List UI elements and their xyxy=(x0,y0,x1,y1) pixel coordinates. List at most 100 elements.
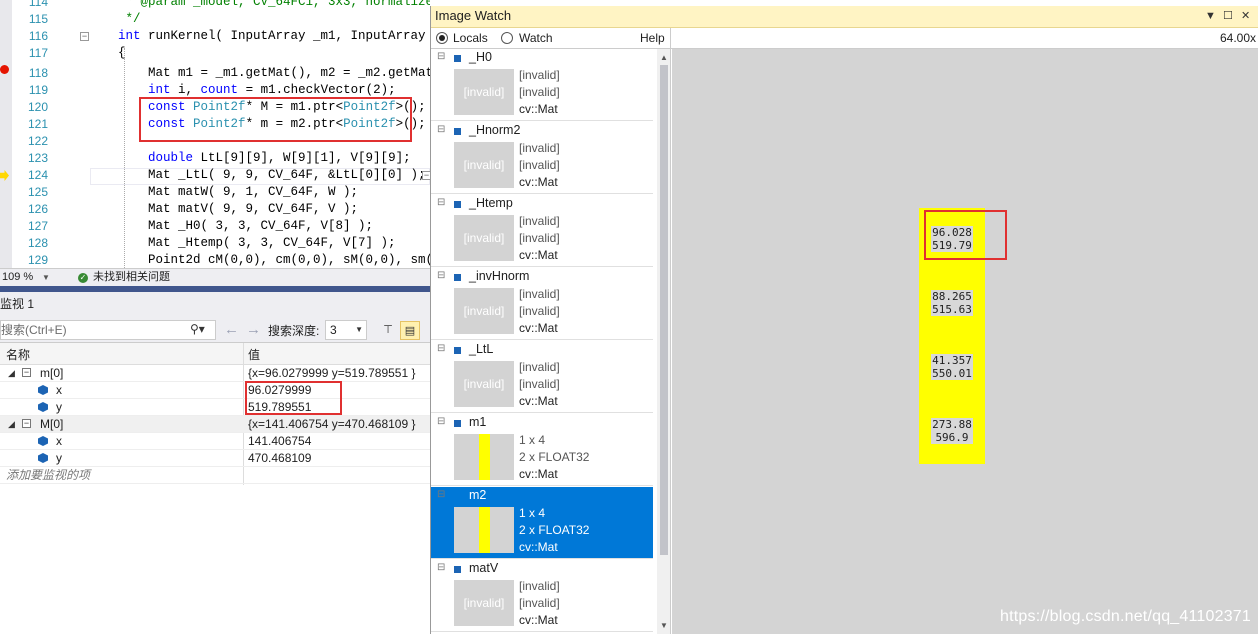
code-line[interactable]: 129 Point2d cM(0,0), cm(0,0), sM(0,0), s… xyxy=(0,252,430,268)
image-thumbnail[interactable]: [invalid] xyxy=(454,361,514,407)
code-line[interactable]: 127 Mat _H0( 3, 3, CV_64F, V[8] ); xyxy=(0,218,430,235)
scroll-up-icon[interactable]: ▲ xyxy=(660,53,668,62)
table-row[interactable]: y 470.468109 xyxy=(0,450,430,467)
scrollbar-thumb[interactable] xyxy=(660,65,668,555)
table-row[interactable]: ◢ − M[0] {x=141.406754 y=470.468109 } xyxy=(0,416,430,433)
code-token: double xyxy=(148,151,194,165)
line-number: 125 xyxy=(27,185,48,199)
collapse-icon[interactable]: ⊟ xyxy=(437,417,446,427)
image-name: _invHnorm xyxy=(469,269,530,283)
fold-collapse-icon[interactable]: − xyxy=(422,171,430,180)
image-thumbnail[interactable] xyxy=(454,434,514,480)
collapse-icon[interactable]: ⊟ xyxy=(437,563,446,573)
code-line[interactable]: 126 Mat matV( 9, 9, CV_64F, V ); xyxy=(0,201,430,218)
close-icon[interactable]: ✕ xyxy=(1241,6,1250,26)
image-thumbnail[interactable]: [invalid] xyxy=(454,215,514,261)
image-name: _Htemp xyxy=(469,196,513,210)
expand-triangle-icon[interactable]: ◢ xyxy=(8,416,15,432)
tab-watch[interactable]: Watch xyxy=(519,28,553,48)
image-info-line: [invalid] xyxy=(519,158,560,172)
watch-search-input[interactable]: 搜索(Ctrl+E) xyxy=(0,320,216,340)
pixel-value-x: 273.88 xyxy=(931,418,973,431)
breakpoint-icon[interactable] xyxy=(0,65,9,74)
table-row[interactable]: x 96.0279999 xyxy=(0,382,430,399)
code-line[interactable]: 123 double LtL[9][9], W[9][1], V[9][9]; xyxy=(0,150,430,167)
collapse-icon[interactable]: ⊟ xyxy=(437,271,446,281)
struct-icon: − xyxy=(22,418,31,428)
chevron-down-icon[interactable]: ▼ xyxy=(42,269,50,286)
code-line[interactable]: 125 Mat matW( 9, 1, CV_64F, W ); xyxy=(0,184,430,201)
image-list-item[interactable]: ⊟ m1 1 x 42 x FLOAT32 cv::Mat xyxy=(431,414,653,486)
table-row[interactable]: x 141.406754 xyxy=(0,433,430,450)
code-line[interactable]: 118 Mat m1 = _m1.getMat(), m2 = _m2.getM… xyxy=(0,65,430,82)
code-line[interactable]: 117 { xyxy=(0,45,430,62)
pixel-cell[interactable]: 41.357 550.01 xyxy=(919,336,985,400)
image-thumbnail[interactable]: [invalid] xyxy=(454,288,514,334)
image-list-item[interactable]: ⊟ m2 1 x 42 x FLOAT32 cv::Mat xyxy=(431,487,653,559)
image-watch-tabs: Locals Watch Help xyxy=(431,28,671,49)
image-list-scrollbar[interactable]: ▲ ▼ xyxy=(657,49,671,634)
collapse-icon[interactable]: ⊟ xyxy=(437,490,446,500)
code-line[interactable]: 115 */ xyxy=(0,11,430,28)
pixel-cell[interactable]: 88.265 515.63 xyxy=(919,272,985,336)
image-list-item[interactable]: ⊟ _LtL [invalid] [invalid] [invalid] cv::Mat xyxy=(431,341,653,413)
dropdown-icon[interactable]: ▼ xyxy=(1205,6,1216,26)
variable-square-icon xyxy=(454,274,461,281)
column-header-value[interactable]: 值 xyxy=(248,346,260,363)
thumbnail-label: [invalid] xyxy=(463,231,505,245)
image-thumbnail[interactable]: [invalid] xyxy=(454,580,514,626)
code-text: double LtL[9][9], W[9][1], V[9][9]; xyxy=(118,150,411,167)
pixel-value-y: 550.01 xyxy=(931,367,973,380)
image-list-item[interactable]: ⊟ _Htemp[invalid] [invalid] [invalid] cv::Ma… xyxy=(431,195,653,267)
radio-watch[interactable] xyxy=(501,32,513,44)
hex-display-icon[interactable]: ▤ xyxy=(400,321,420,340)
image-info: [invalid] [invalid] cv::Mat xyxy=(519,213,560,264)
code-line[interactable]: 116 int runKernel( InputArray _m1, InputA… xyxy=(0,28,430,45)
watch-name: M[0] xyxy=(40,417,64,431)
pixel-value-x: 88.265 xyxy=(931,290,973,303)
table-row[interactable]: ◢ − m[0] {x=96.0279999 y=519.789551 } xyxy=(0,365,430,382)
code-line[interactable]: 124 Mat _LtL( 9, 9, CV_64F, &LtL[0][0] )… xyxy=(0,167,430,184)
line-number: 119 xyxy=(28,83,48,97)
image-info-line: cv::Mat xyxy=(519,102,558,116)
code-editor[interactable]: 114 * @param _model, CV_64FC1, 3x3, norm… xyxy=(0,0,430,268)
search-depth-select[interactable]: 3 ▼ xyxy=(325,320,367,340)
image-thumbnail[interactable]: [invalid] xyxy=(454,142,514,188)
arrow-left-icon[interactable]: ← xyxy=(224,321,239,339)
add-watch-row[interactable]: 添加要监视的项 xyxy=(0,467,430,484)
column-header-name[interactable]: 名称 xyxy=(6,346,30,363)
maximize-icon[interactable]: ☐ xyxy=(1223,6,1233,26)
help-link[interactable]: Help xyxy=(640,28,665,48)
collapse-icon[interactable]: ⊟ xyxy=(437,125,446,135)
image-list-item[interactable]: ⊟ _invHnorm [invalid] [invalid] [invalid] cv:… xyxy=(431,268,653,340)
code-line[interactable]: 128 Mat _Htemp( 3, 3, CV_64F, V[7] ); xyxy=(0,235,430,252)
image-list-item[interactable]: ⊟ _H0 [invalid] [invalid] [invalid] cv::Mat xyxy=(431,49,653,121)
image-info-line: cv::Mat xyxy=(519,175,558,189)
image-info-line: [invalid] xyxy=(519,85,560,99)
code-token: runKernel( InputArray _m1, InputArray _m xyxy=(140,29,430,43)
image-list-item[interactable]: ⊟ matV [invalid] [invalid] [invalid] cv::Mat xyxy=(431,560,653,632)
collapse-icon[interactable]: ⊟ xyxy=(437,198,446,208)
issues-status[interactable]: 未找到相关问题 xyxy=(93,269,170,286)
image-thumbnail[interactable]: [invalid] xyxy=(454,69,514,115)
code-token: Mat _H0( 3, 3, CV_64F, V[8] ); xyxy=(118,219,374,233)
image-name: _H0 xyxy=(469,50,492,64)
image-name: m1 xyxy=(469,415,487,429)
tab-locals[interactable]: Locals xyxy=(453,28,488,48)
collapse-icon[interactable]: ⊟ xyxy=(437,344,446,354)
filter-icon[interactable]: ⊤ xyxy=(378,321,398,340)
expand-triangle-icon[interactable]: ◢ xyxy=(8,365,15,381)
arrow-right-icon[interactable]: → xyxy=(246,321,261,339)
scroll-down-icon[interactable]: ▼ xyxy=(660,621,668,630)
image-list-item[interactable]: ⊟ _Hnorm2 [invalid] [invalid] [invalid] cv::M… xyxy=(431,122,653,194)
table-row[interactable]: y 519.789551 xyxy=(0,399,430,416)
pixel-cell[interactable]: 273.88 596.9 xyxy=(919,400,985,464)
code-line[interactable]: 114 * @param _model, CV_64FC1, 3x3, norm… xyxy=(0,0,430,11)
watch-grid: 名称 值 ◢ − m[0] {x=96.0279999 y=519.789551 } x… xyxy=(0,343,430,634)
fold-collapse-icon[interactable]: − xyxy=(80,32,89,41)
radio-locals[interactable] xyxy=(436,32,448,44)
collapse-icon[interactable]: ⊟ xyxy=(437,52,446,62)
search-icon[interactable]: ⚲▾ xyxy=(190,322,206,336)
image-thumbnail[interactable] xyxy=(454,507,514,553)
image-view-canvas[interactable]: 96.028 519.79 88.265 515.63 41.357 550.01 273.… xyxy=(672,49,1258,634)
